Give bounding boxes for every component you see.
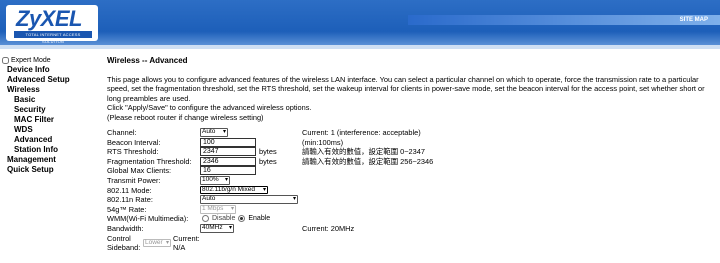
control-sideband-current: Current: N/A — [173, 233, 200, 253]
g-rate-label: 54g™ Rate: — [107, 204, 147, 214]
logo-text: ZyXEL — [16, 6, 82, 31]
sidebar-item-advanced[interactable]: Advanced — [2, 135, 102, 145]
site-map-link[interactable]: SITE MAP — [408, 15, 720, 25]
sidebar-item-basic[interactable]: Basic — [2, 95, 102, 105]
rts-threshold-input[interactable] — [200, 147, 256, 157]
channel-current: Current: 1 (interference: acceptable) — [302, 128, 421, 137]
bandwidth-select[interactable]: 40MHz ▾ — [200, 224, 234, 233]
rts-hint: 請輸入有效的數值，設定範圍 0~2347 — [302, 147, 426, 157]
n-rate-select[interactable]: Auto ▾ — [200, 195, 298, 204]
page-description: This page allows you to configure advanc… — [107, 75, 705, 103]
chevron-down-icon: ▾ — [224, 177, 228, 184]
mode-row: 802.11 Mode: 802.11b/g/n Mixed ▾ — [107, 186, 713, 196]
sidebar-item-security[interactable]: Security — [2, 105, 102, 115]
chevron-down-icon: ▾ — [228, 225, 232, 232]
beacon-label: Beacon Interval: — [107, 137, 161, 147]
main-content: Wireless -- Advanced This page allows yo… — [107, 54, 713, 252]
n-rate-row: 802.11n Rate: Auto ▾ — [107, 195, 713, 205]
max-clients-label: Global Max Clients: — [107, 166, 172, 176]
chevron-down-icon: ▾ — [165, 239, 169, 246]
chevron-down-icon: ▾ — [222, 129, 226, 136]
chevron-down-icon: ▾ — [292, 196, 296, 203]
header-bar: ZyXEL TOTAL INTERNET ACCESS SOLUTION SIT… — [0, 0, 720, 45]
expert-mode-row: Expert Mode — [2, 56, 102, 65]
sidebar-item-station-info[interactable]: Station Info — [2, 145, 102, 155]
rts-label: RTS Threshold: — [107, 147, 159, 157]
sidebar-item-management[interactable]: Management — [2, 155, 102, 165]
header-divider — [0, 45, 720, 49]
chevron-down-icon: ▾ — [230, 205, 234, 212]
expert-mode-label[interactable]: Expert Mode — [11, 57, 51, 64]
wmm-disable-radio[interactable] — [202, 215, 209, 223]
control-sideband-label: Control Sideband: — [107, 233, 141, 253]
frag-unit: bytes — [259, 156, 277, 166]
tx-power-select[interactable]: 100% ▾ — [200, 176, 230, 185]
rts-row: RTS Threshold: bytes 請輸入有效的數值，設定範圍 0~234… — [107, 147, 713, 157]
sidebar-item-wireless[interactable]: Wireless — [2, 85, 102, 95]
beacon-hint: (min:100ms) — [302, 137, 344, 147]
mode-label: 802.11 Mode: — [107, 185, 152, 195]
sidebar-nav: Expert Mode Device Info Advanced Setup W… — [2, 56, 102, 175]
logo-tagline: TOTAL INTERNET ACCESS SOLUTION — [14, 31, 92, 44]
channel-select[interactable]: Auto ▾ — [200, 128, 228, 137]
sidebar-item-advanced-setup[interactable]: Advanced Setup — [2, 75, 102, 85]
control-sideband-row: Control Sideband: Lower ▾ Current: N/A — [107, 234, 713, 253]
frag-threshold-input[interactable] — [200, 156, 256, 166]
bandwidth-label: Bandwidth: — [107, 223, 144, 233]
mode-select[interactable]: 802.11b/g/n Mixed ▾ — [200, 185, 268, 195]
sidebar-item-mac-filter[interactable]: MAC Filter — [2, 115, 102, 125]
channel-label: Channel: — [107, 128, 137, 137]
expert-mode-checkbox[interactable] — [2, 57, 9, 64]
frag-label: Fragmentation Threshold: — [107, 156, 192, 166]
chevron-down-icon: ▾ — [262, 186, 266, 193]
tx-power-label: Transmit Power: — [107, 175, 161, 185]
page-title: Wireless -- Advanced — [107, 56, 188, 65]
tx-power-row: Transmit Power: 100% ▾ — [107, 176, 713, 186]
sidebar-item-device-info[interactable]: Device Info — [2, 65, 102, 75]
sidebar-item-wds[interactable]: WDS — [2, 125, 102, 135]
wmm-enable-label: Enable — [248, 215, 271, 223]
g-rate-select[interactable]: 1 Mbps ▾ — [200, 204, 236, 214]
advanced-form: Channel: Auto ▾ Current: 1 (interference:… — [107, 128, 713, 253]
bandwidth-row: Bandwidth: 40MHz ▾ Current: 20MHz — [107, 224, 713, 234]
channel-row: Channel: Auto ▾ Current: 1 (interference:… — [107, 128, 713, 138]
rts-unit: bytes — [259, 147, 277, 157]
wmm-disable-label: Disable — [212, 215, 236, 223]
g-rate-row: 54g™ Rate: 1 Mbps ▾ — [107, 205, 713, 215]
control-sideband-select[interactable]: Lower ▾ — [143, 238, 171, 248]
wmm-label: WMM(Wi-Fi Multimedia): — [107, 214, 189, 224]
beacon-interval-input[interactable] — [200, 137, 256, 147]
zyxel-logo[interactable]: ZyXEL TOTAL INTERNET ACCESS SOLUTION — [6, 5, 98, 44]
wmm-enable-radio[interactable] — [238, 215, 246, 223]
n-rate-label: 802.11n Rate: — [107, 195, 153, 205]
reboot-hint: (Please reboot router if change wireless… — [107, 112, 264, 122]
wmm-row: WMM(Wi-Fi Multimedia): Disable Enable — [107, 214, 713, 224]
max-clients-row: Global Max Clients: — [107, 166, 713, 176]
max-clients-input[interactable] — [200, 166, 256, 176]
frag-row: Fragmentation Threshold: bytes 請輸入有效的數值，… — [107, 156, 713, 167]
apply-hint: Click "Apply/Save" to configure the adva… — [107, 103, 312, 113]
beacon-row: Beacon Interval: (min:100ms) — [107, 137, 713, 148]
frag-hint: 請輸入有效的數值，設定範圍 256~2346 — [302, 156, 434, 166]
sidebar-item-quick-setup[interactable]: Quick Setup — [2, 165, 102, 175]
bandwidth-current: Current: 20MHz — [302, 223, 355, 233]
